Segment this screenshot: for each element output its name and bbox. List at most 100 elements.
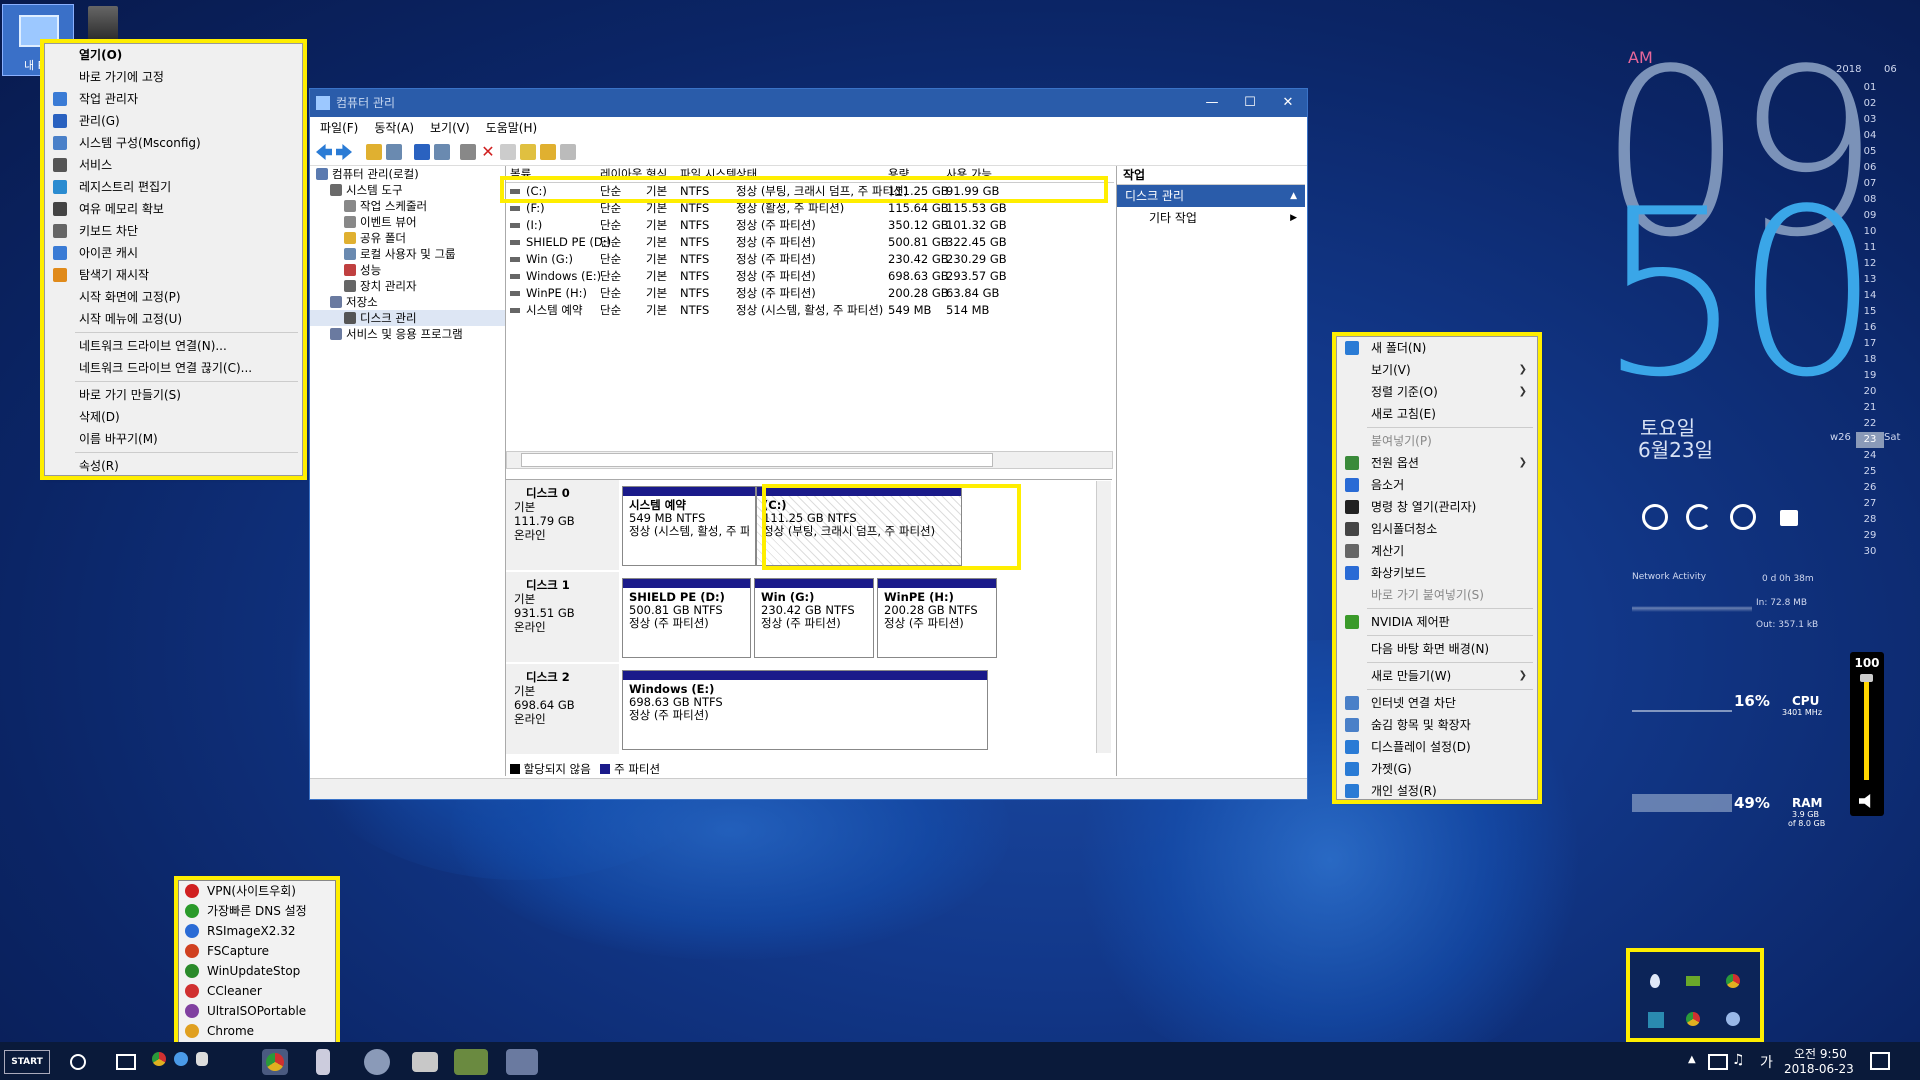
menu-item[interactable]: 도움말(H) bbox=[486, 121, 538, 135]
quick-launch-item[interactable]: CCleaner bbox=[179, 981, 335, 1001]
taskbar-date[interactable]: 2018-06-23 bbox=[1784, 1062, 1854, 1076]
quick-launch-item[interactable]: WinUpdateStop bbox=[179, 961, 335, 981]
left-menu-item[interactable]: 서비스 bbox=[45, 154, 302, 176]
left-menu-item[interactable]: 레지스트리 편집기 bbox=[45, 176, 302, 198]
partition-block[interactable]: Windows (E:) 698.63 GB NTFS 정상 (주 파티션) bbox=[622, 670, 988, 750]
desktop-menu-item[interactable]: 바로 가기 붙여넣기(S) bbox=[1337, 584, 1537, 606]
network-status-icon[interactable] bbox=[1708, 1054, 1728, 1070]
volume-row[interactable]: 시스템 예약 단순 기본 NTFS 정상 (시스템, 활성, 주 파티션) 549 MB 5… bbox=[506, 302, 1114, 319]
desktop-menu-item[interactable]: 디스플레이 설정(D) bbox=[1337, 736, 1537, 758]
volume-row[interactable]: (F:) 단순 기본 NTFS 정상 (활성, 주 파티션) 115.64 GB 115.5… bbox=[506, 200, 1114, 217]
partition-block[interactable]: SHIELD PE (D:) 500.81 GB NTFS 정상 (주 파티션) bbox=[622, 578, 751, 658]
left-menu-item[interactable]: 네트워크 드라이브 연결(N)... bbox=[45, 335, 302, 357]
view-icon[interactable] bbox=[386, 144, 402, 160]
left-menu-item[interactable]: 시작 화면에 고정(P) bbox=[45, 286, 302, 308]
ie-taskbar-small-icon[interactable] bbox=[174, 1052, 188, 1066]
desktop-menu-item[interactable]: 보기(V) ❯ bbox=[1337, 359, 1537, 381]
drop-icon[interactable] bbox=[1650, 974, 1660, 988]
tree-item[interactable]: 작업 스케줄러 bbox=[310, 198, 505, 214]
partition-block[interactable]: 시스템 예약 549 MB NTFS 정상 (시스템, 활성, 주 파 bbox=[622, 486, 756, 566]
chrome-tray-icon[interactable] bbox=[1726, 974, 1740, 988]
desktop-menu-item[interactable]: 숨김 항목 및 확장자 bbox=[1337, 714, 1537, 736]
desktop-menu-item[interactable]: 새로 만들기(W) ❯ bbox=[1337, 665, 1537, 687]
quick-launch-item[interactable]: Chrome bbox=[179, 1021, 335, 1041]
volume-row[interactable]: Windows (E:) 단순 기본 NTFS 정상 (주 파티션) 698.63 GB 2… bbox=[506, 268, 1114, 285]
horizontal-scrollbar[interactable] bbox=[506, 451, 1113, 469]
desktop-menu-item[interactable]: 새로 고침(E) bbox=[1337, 403, 1537, 425]
new-folder-icon[interactable] bbox=[520, 144, 536, 160]
nvidia-tray-icon[interactable] bbox=[1686, 976, 1700, 986]
desktop-menu-item[interactable]: 다음 바탕 화면 배경(N) bbox=[1337, 638, 1537, 660]
desktop-menu-item[interactable]: 임시폴더청소 bbox=[1337, 518, 1537, 540]
forward-arrow-icon[interactable] bbox=[336, 144, 352, 160]
desktop-menu-item[interactable]: 전원 옵션 ❯ bbox=[1337, 452, 1537, 474]
app-taskbar-small-icon[interactable] bbox=[196, 1052, 208, 1066]
connect-icon[interactable] bbox=[460, 144, 476, 160]
volume-slider-track[interactable] bbox=[1864, 676, 1869, 780]
disk-taskbar-icon[interactable] bbox=[506, 1049, 538, 1075]
list-icon[interactable] bbox=[560, 144, 576, 160]
desktop-menu-item[interactable]: 화상키보드 bbox=[1337, 562, 1537, 584]
volume-row[interactable]: (I:) 단순 기본 NTFS 정상 (주 파티션) 350.12 GB 101.32 GB bbox=[506, 217, 1114, 234]
quick-launch-item[interactable]: UltraISOPortable bbox=[179, 1001, 335, 1021]
desktop-menu-item[interactable]: 붙여넣기(P) bbox=[1337, 430, 1537, 452]
menu-item[interactable]: 파일(F) bbox=[320, 121, 358, 135]
desktop-menu-item[interactable]: 새 폴더(N) bbox=[1337, 337, 1537, 359]
tree-item[interactable]: 시스템 도구 bbox=[310, 182, 505, 198]
desktop-menu-item[interactable]: 음소거 bbox=[1337, 474, 1537, 496]
tree-item[interactable]: 성능 bbox=[310, 262, 505, 278]
globe-taskbar-icon[interactable] bbox=[364, 1049, 390, 1075]
check-icon[interactable] bbox=[500, 144, 516, 160]
sleep-icon[interactable] bbox=[1730, 504, 1756, 530]
left-menu-item[interactable]: 열기(O) bbox=[45, 44, 302, 66]
delete-icon[interactable]: ✕ bbox=[480, 144, 496, 160]
minimize-button[interactable]: — bbox=[1193, 89, 1231, 117]
menu-item[interactable]: 동작(A) bbox=[374, 121, 414, 135]
ime-indicator[interactable]: 가 bbox=[1760, 1052, 1773, 1072]
chrome-tray-icon-2[interactable] bbox=[1686, 1012, 1700, 1026]
left-menu-item[interactable]: 관리(G) bbox=[45, 110, 302, 132]
left-menu-item[interactable]: 시스템 구성(Msconfig) bbox=[45, 132, 302, 154]
volume-slider-knob[interactable] bbox=[1860, 674, 1873, 682]
volume-row[interactable]: SHIELD PE (D:) 단순 기본 NTFS 정상 (주 파티션) 500.81 G… bbox=[506, 234, 1114, 251]
volume-row[interactable]: WinPE (H:) 단순 기본 NTFS 정상 (주 파티션) 200.28 GB 63.… bbox=[506, 285, 1114, 302]
back-arrow-icon[interactable] bbox=[316, 144, 332, 160]
desktop-menu-item[interactable]: 계산기 bbox=[1337, 540, 1537, 562]
partition-block[interactable]: Win (G:) 230.42 GB NTFS 정상 (주 파티션) bbox=[754, 578, 874, 658]
scroll-thumb[interactable] bbox=[521, 453, 993, 467]
properties-icon[interactable] bbox=[434, 144, 450, 160]
start-button[interactable]: START bbox=[4, 1050, 50, 1074]
tree-item[interactable]: 컴퓨터 관리(로컬) bbox=[310, 166, 505, 182]
notification-icon[interactable] bbox=[1870, 1052, 1890, 1070]
left-menu-item[interactable]: 작업 관리자 bbox=[45, 88, 302, 110]
left-menu-item[interactable]: 시작 메뉴에 고정(U) bbox=[45, 308, 302, 330]
desktop-menu-item[interactable]: NVIDIA 제어판 bbox=[1337, 611, 1537, 633]
tree-item[interactable]: 장치 관리자 bbox=[310, 278, 505, 294]
actions-more[interactable]: 기타 작업 ▶ bbox=[1117, 207, 1305, 229]
left-menu-item[interactable]: 삭제(D) bbox=[45, 406, 302, 428]
left-menu-item[interactable]: 탐색기 재시작 bbox=[45, 264, 302, 286]
desktop-menu-item[interactable]: 가젯(G) bbox=[1337, 758, 1537, 780]
task-view-icon[interactable] bbox=[116, 1054, 136, 1070]
chrome-taskbar-icon[interactable] bbox=[262, 1049, 288, 1075]
quick-launch-item[interactable]: VPN(사이트우회) bbox=[179, 881, 335, 901]
tree-item[interactable]: 디스크 관리 bbox=[310, 310, 505, 326]
power-icon[interactable] bbox=[1642, 504, 1668, 530]
quick-launch-item[interactable]: 가장빠른 DNS 설정 bbox=[179, 901, 335, 921]
left-menu-item[interactable]: 키보드 차단 bbox=[45, 220, 302, 242]
tree-item[interactable]: 저장소 bbox=[310, 294, 505, 310]
folder-up-icon[interactable] bbox=[366, 144, 382, 160]
computer-management-taskbar-icon[interactable] bbox=[454, 1049, 488, 1075]
taskbar-time[interactable]: 오전 9:50 bbox=[1794, 1045, 1847, 1062]
quick-launch-item[interactable]: RSImageX2.32 bbox=[179, 921, 335, 941]
tree-item[interactable]: 이벤트 뷰어 bbox=[310, 214, 505, 230]
speaker-icon[interactable] bbox=[1859, 794, 1871, 808]
tree-item[interactable]: 로컬 사용자 및 그룹 bbox=[310, 246, 505, 262]
restart-icon[interactable] bbox=[1686, 504, 1712, 530]
menu-item[interactable]: 보기(V) bbox=[430, 121, 470, 135]
help-icon[interactable] bbox=[414, 144, 430, 160]
desktop-menu-item[interactable]: 정렬 기준(O) ❯ bbox=[1337, 381, 1537, 403]
collapse-icon[interactable]: ▲ bbox=[1290, 185, 1297, 207]
volume-tray-icon[interactable]: ♫ bbox=[1732, 1052, 1745, 1068]
left-menu-item[interactable]: 속성(R) bbox=[45, 455, 302, 477]
